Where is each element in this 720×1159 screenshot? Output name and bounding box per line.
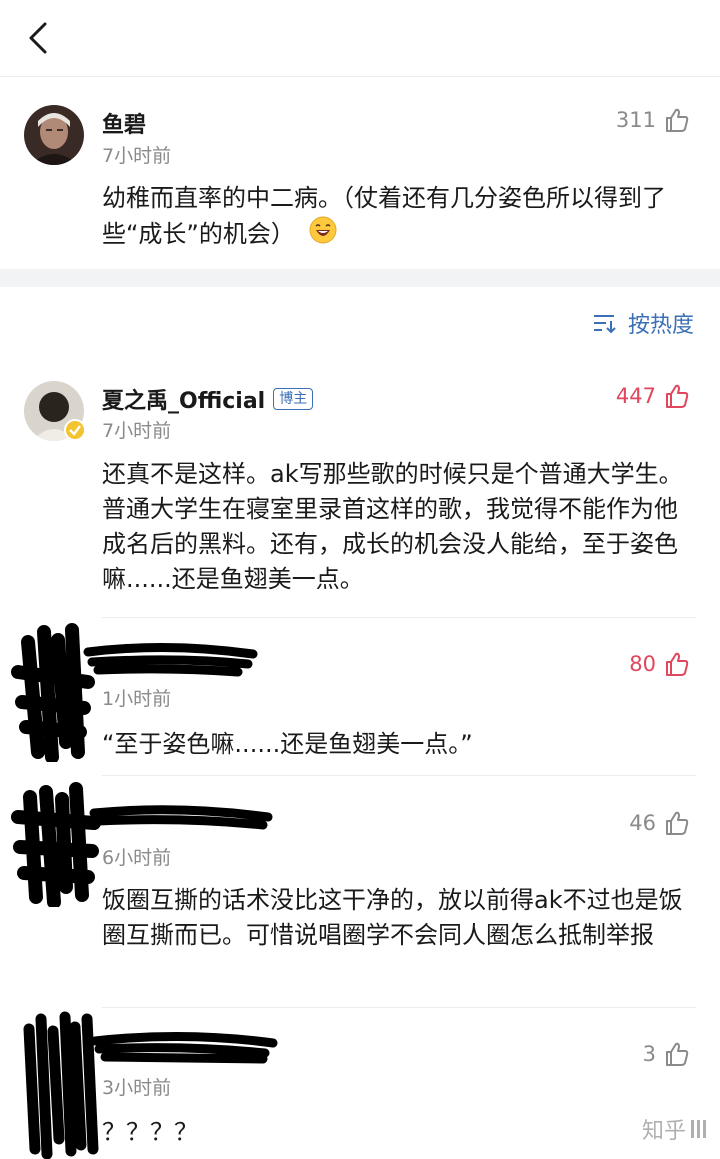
watermark: 知乎 (642, 1113, 708, 1145)
thumbs-up-icon (666, 1042, 689, 1066)
author-name[interactable]: 鱼碧 (102, 107, 146, 139)
like-count: 447 (615, 384, 656, 408)
like-count: 311 (615, 108, 656, 132)
timestamp: 6小时前 (102, 847, 172, 869)
avatar[interactable] (24, 105, 84, 165)
thumbs-up-icon (666, 108, 689, 132)
timestamp: 1小时前 (102, 688, 172, 710)
divider (102, 775, 696, 776)
back-button[interactable] (18, 16, 58, 60)
section-gap (0, 269, 720, 287)
sort-icon (593, 315, 616, 334)
like-count: 3 (642, 1042, 656, 1066)
comment-content: 幼稚而直率的中二病。（仗着还有几分姿色所以得到了些“成长”的机会） (102, 181, 694, 254)
like-button[interactable]: 3 (643, 1041, 690, 1067)
like-count: 80 (629, 652, 656, 676)
timestamp: 7小时前 (102, 420, 172, 442)
verified-badge-icon (64, 419, 86, 441)
parent-comment: 鱼碧 7小时前 311 幼稚而直率的中二病。（仗着还有几分姿色所以得到了些“成长… (0, 77, 720, 269)
bars-icon (691, 1120, 706, 1138)
like-button[interactable]: 80 (629, 651, 690, 677)
sort-toggle[interactable]: 按热度 (592, 307, 694, 339)
author-badge: 博主 (273, 388, 314, 410)
comment-content: “至于姿色嘛......还是鱼翅美一点。” (102, 730, 473, 758)
like-button[interactable]: 447 (616, 383, 690, 409)
thumbs-up-icon (666, 384, 689, 408)
top-bar (0, 0, 720, 77)
laughing-emoji-icon (309, 216, 337, 254)
timestamp: 3小时前 (102, 1077, 172, 1099)
thumbs-up-icon (666, 811, 689, 835)
like-button[interactable]: 46 (629, 810, 690, 836)
comment-content: ？？？？ (102, 1118, 198, 1146)
reply-list: 按热度 夏之禹_Official 博主 7小时前 447 还真不是这样。ak写那… (0, 287, 720, 1159)
like-button[interactable]: 311 (616, 107, 690, 133)
comment-content: 饭圈互撕的话术没比这干净的，放以前得ak不过也是饭圈互撕而已。可惜说唱圈学不会同… (102, 886, 683, 949)
author-name[interactable]: 夏之禹_Official 博主 (102, 383, 314, 415)
chevron-left-icon (29, 22, 47, 54)
comment-content: 还真不是这样。ak写那些歌的时候只是个普通大学生。普通大学生在寝室里录首这样的歌… (102, 460, 683, 593)
thumbs-up-icon (666, 652, 689, 676)
sort-label: 按热度 (627, 313, 694, 338)
timestamp: 7小时前 (102, 145, 172, 167)
like-count: 46 (629, 811, 656, 835)
